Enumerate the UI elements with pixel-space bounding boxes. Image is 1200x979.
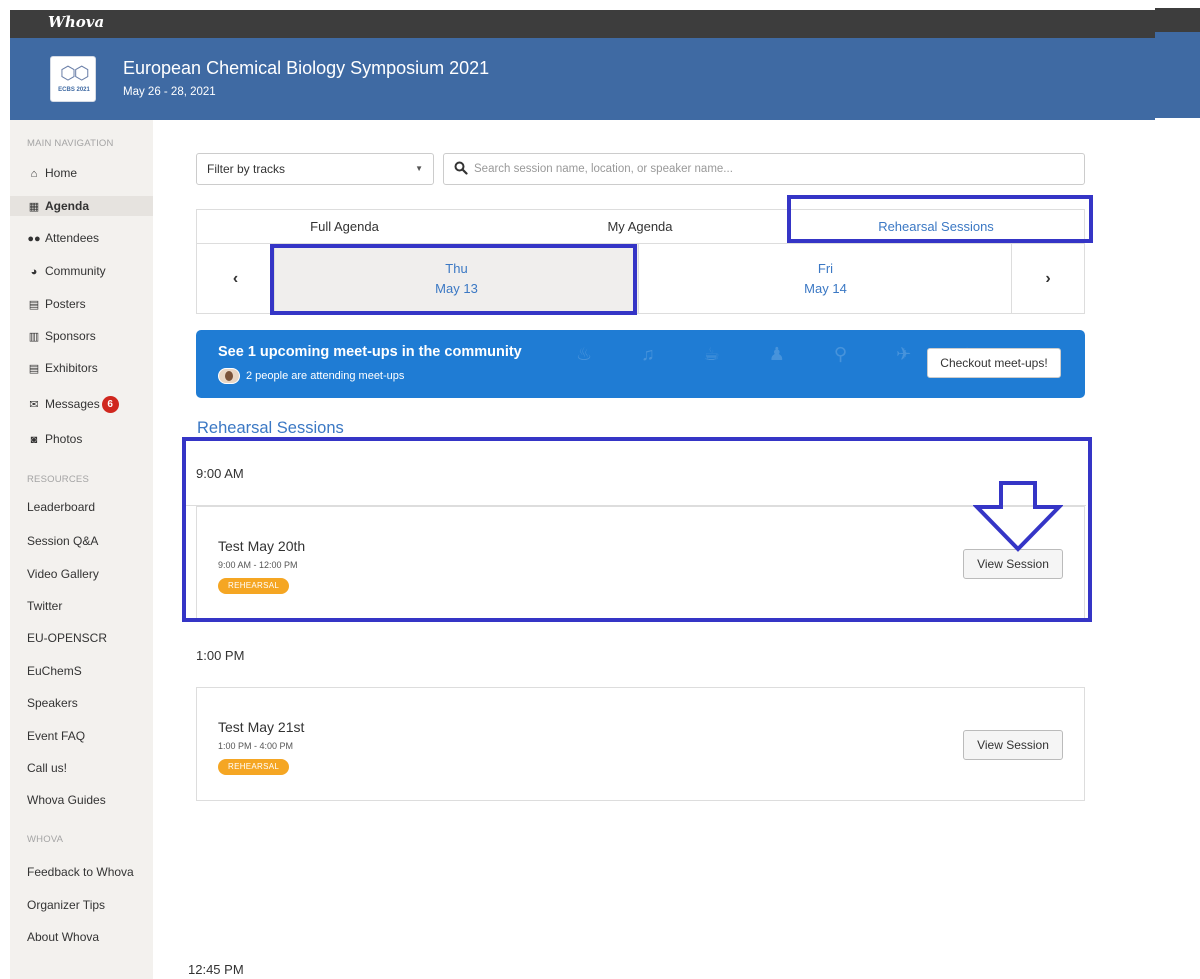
poster-icon: ▤ [28,299,40,311]
day-selector: ‹ Thu May 13 Fri May 14 › [196,244,1085,314]
booth-icon: ▤ [28,363,40,375]
sidebar-item-label: Sponsors [45,329,96,343]
resources-heading: RESOURCES [27,474,89,485]
event-logo-text: ECBS 2021 [58,87,90,93]
view-session-button[interactable]: View Session [963,549,1063,579]
whova-logo[interactable]: Whova [48,13,104,31]
sidebar-item-attendees[interactable]: ●● Attendees [27,228,99,248]
session-name[interactable]: Test May 20th [218,538,305,554]
sidebar-item-home[interactable]: ⌂ Home [27,163,77,183]
sidebar-item-event-faq[interactable]: Event FAQ [27,726,85,746]
event-logo[interactable]: ⬡⬡ ECBS 2021 [50,56,96,102]
sidebar-item-twitter[interactable]: Twitter [27,596,62,616]
home-icon: ⌂ [30,168,38,180]
messages-badge: 6 [101,396,119,414]
sidebar-item-agenda[interactable]: ▦ Agenda [10,196,153,216]
sidebar-item-leaderboard[interactable]: Leaderboard [27,497,95,517]
comments-icon: ◕ [30,266,38,278]
sidebar-item-label: Exhibitors [45,361,98,375]
view-session-button[interactable]: View Session [963,730,1063,760]
sidebar-item-community[interactable]: ◕ Community [27,261,106,281]
hexagon-icon: ⬡⬡ [60,63,89,83]
sidebar-item-speakers[interactable]: Speakers [27,693,78,713]
session-tag: REHEARSAL [218,578,290,594]
sidebar-item-video-gallery[interactable]: Video Gallery [27,564,99,584]
agenda-tabs: Full Agenda My Agenda Rehearsal Sessions [196,209,1085,244]
banner-subtitle: 2 people are attending meet-ups [218,368,404,384]
day-date: May 13 [435,281,478,296]
sidebar-item-photos[interactable]: ◙ Photos [27,429,83,449]
sidebar-item-exhibitors[interactable]: ▤ Exhibitors [27,358,98,378]
day-weekday: Fri [817,261,834,276]
sidebar-item-label: Home [45,166,78,180]
event-dates: May 26 - 28, 2021 [123,86,216,98]
sidebar-item-messages[interactable]: ✉ Messages 6 [27,394,119,414]
envelope-icon: ✉ [29,399,39,411]
main-navigation-heading: MAIN NAVIGATION [27,138,114,149]
session-card[interactable]: Test May 20th 9:00 AM - 12:00 PM REHEARS… [196,506,1085,620]
sidebar-item-label: Photos [45,432,83,446]
day-thu-may-13[interactable]: Thu May 13 [275,244,638,313]
search-box [443,153,1085,185]
sidebar-item-about-whova[interactable]: About Whova [27,927,99,947]
building-icon: ▥ [28,331,40,343]
caret-down-icon: ▼ [415,164,423,173]
whova-heading: WHOVA [27,834,64,845]
session-time: 1:00 PM - 4:00 PM [218,741,294,751]
section-title: Rehearsal Sessions [197,419,344,437]
event-title: European Chemical Biology Symposium 2021 [123,58,490,78]
tab-full-agenda[interactable]: Full Agenda [197,210,492,243]
filter-by-tracks-select[interactable]: Filter by tracks ▼ [196,153,434,185]
sidebar-item-label: Posters [45,297,86,311]
sidebar: MAIN NAVIGATION ⌂ Home ▦ Agenda ●● Attendee… [10,120,153,979]
sidebar-item-sponsors[interactable]: ▥ Sponsors [27,326,96,346]
day-weekday: Thu [445,261,468,276]
sidebar-item-whova-guides[interactable]: Whova Guides [27,790,106,810]
sidebar-item-feedback[interactable]: Feedback to Whova [27,862,134,882]
chevron-left-icon[interactable]: ‹ [197,244,275,313]
sidebar-item-posters[interactable]: ▤ Posters [27,294,86,314]
header-right [1155,32,1200,118]
top-bar: Whova [10,10,1155,38]
meetups-banner[interactable]: ♨ ♫ ☕ ♟ ⚲ ✈ ☕ ♪ ⚲ ✂ See 1 upcoming meet-… [196,330,1085,398]
bottom-time-label: 12:45 PM [188,962,244,977]
tab-my-agenda[interactable]: My Agenda [492,210,788,243]
session-name[interactable]: Test May 21st [218,719,304,735]
top-bar-right [1155,8,1200,32]
time-slot-header [186,442,1086,506]
search-icon [454,161,468,175]
chevron-right-icon[interactable]: › [1011,244,1084,313]
camera-icon: ◙ [30,434,38,446]
checkout-meetups-button[interactable]: Checkout meet-ups! [927,348,1061,378]
search-input[interactable] [474,158,1074,180]
attendee-avatars [218,368,240,384]
sidebar-item-eu-openscr[interactable]: EU-OPENSCR [27,628,107,648]
sidebar-item-label: Agenda [45,199,90,213]
banner-title: See 1 upcoming meet-ups in the community [218,344,522,360]
day-fri-may-14[interactable]: Fri May 14 [638,244,1012,313]
sidebar-item-organizer-tips[interactable]: Organizer Tips [27,895,105,915]
session-card[interactable]: Test May 21st 1:00 PM - 4:00 PM REHEARSA… [196,687,1085,801]
day-date: May 14 [804,281,847,296]
sidebar-item-session-qa[interactable]: Session Q&A [27,531,98,551]
sidebar-item-call-us[interactable]: Call us! [27,758,67,778]
filter-label: Filter by tracks [207,162,286,176]
event-header: ⬡⬡ ECBS 2021 European Chemical Biology S… [10,38,1155,120]
sidebar-item-label: Community [45,264,106,278]
time-slot-label: 1:00 PM [196,648,245,663]
session-time: 9:00 AM - 12:00 PM [218,560,298,570]
calendar-icon: ▦ [28,201,40,213]
down-arrow-icon [973,481,1063,552]
sidebar-item-label: Attendees [45,231,100,245]
sidebar-item-euchems[interactable]: EuChemS [27,661,82,681]
users-icon: ●● [27,233,41,245]
time-slot-label: 9:00 AM [196,466,244,481]
tab-rehearsal-sessions[interactable]: Rehearsal Sessions [788,210,1084,243]
session-tag: REHEARSAL [218,759,290,775]
banner-subtitle-text: 2 people are attending meet-ups [246,369,405,382]
sidebar-item-label: Messages [45,397,100,411]
